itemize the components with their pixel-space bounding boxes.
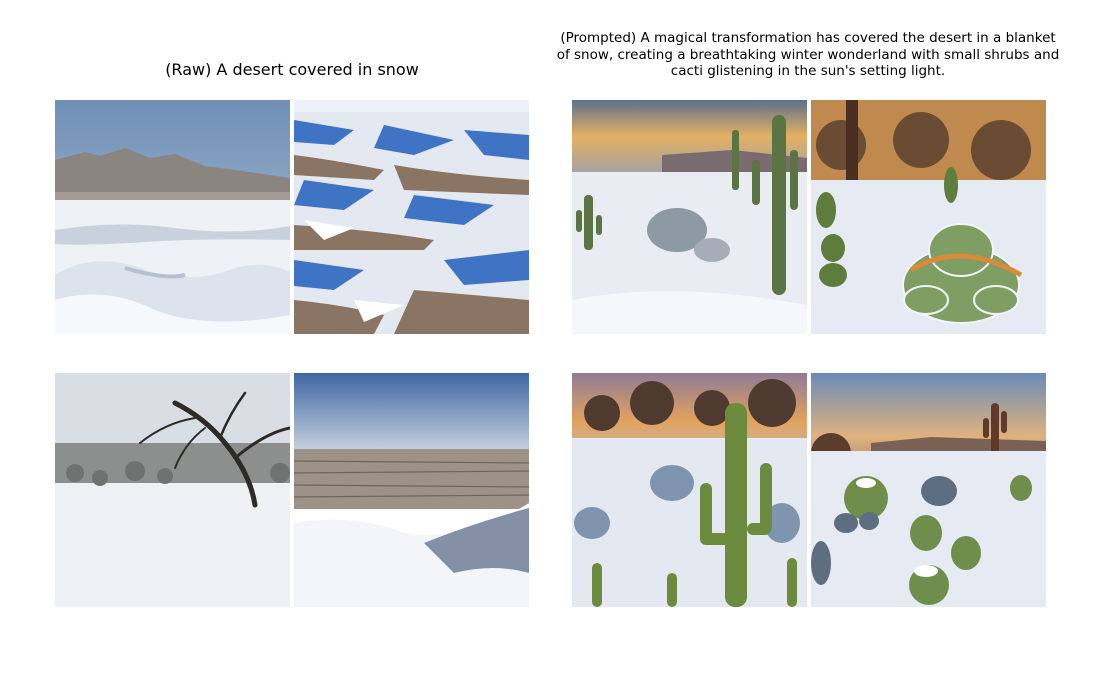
raw-image-3 — [55, 373, 290, 607]
prompted-image-4 — [811, 373, 1046, 607]
prompted-title: (Prompted) A magical transformation has … — [556, 30, 1060, 79]
raw-image-2 — [294, 100, 529, 334]
raw-image-4 — [294, 373, 529, 607]
prompted-image-3 — [572, 373, 807, 607]
raw-title: (Raw) A desert covered in snow — [165, 60, 419, 79]
prompted-image-2 — [811, 100, 1046, 334]
raw-image-1 — [55, 100, 290, 334]
prompted-image-1 — [572, 100, 807, 334]
